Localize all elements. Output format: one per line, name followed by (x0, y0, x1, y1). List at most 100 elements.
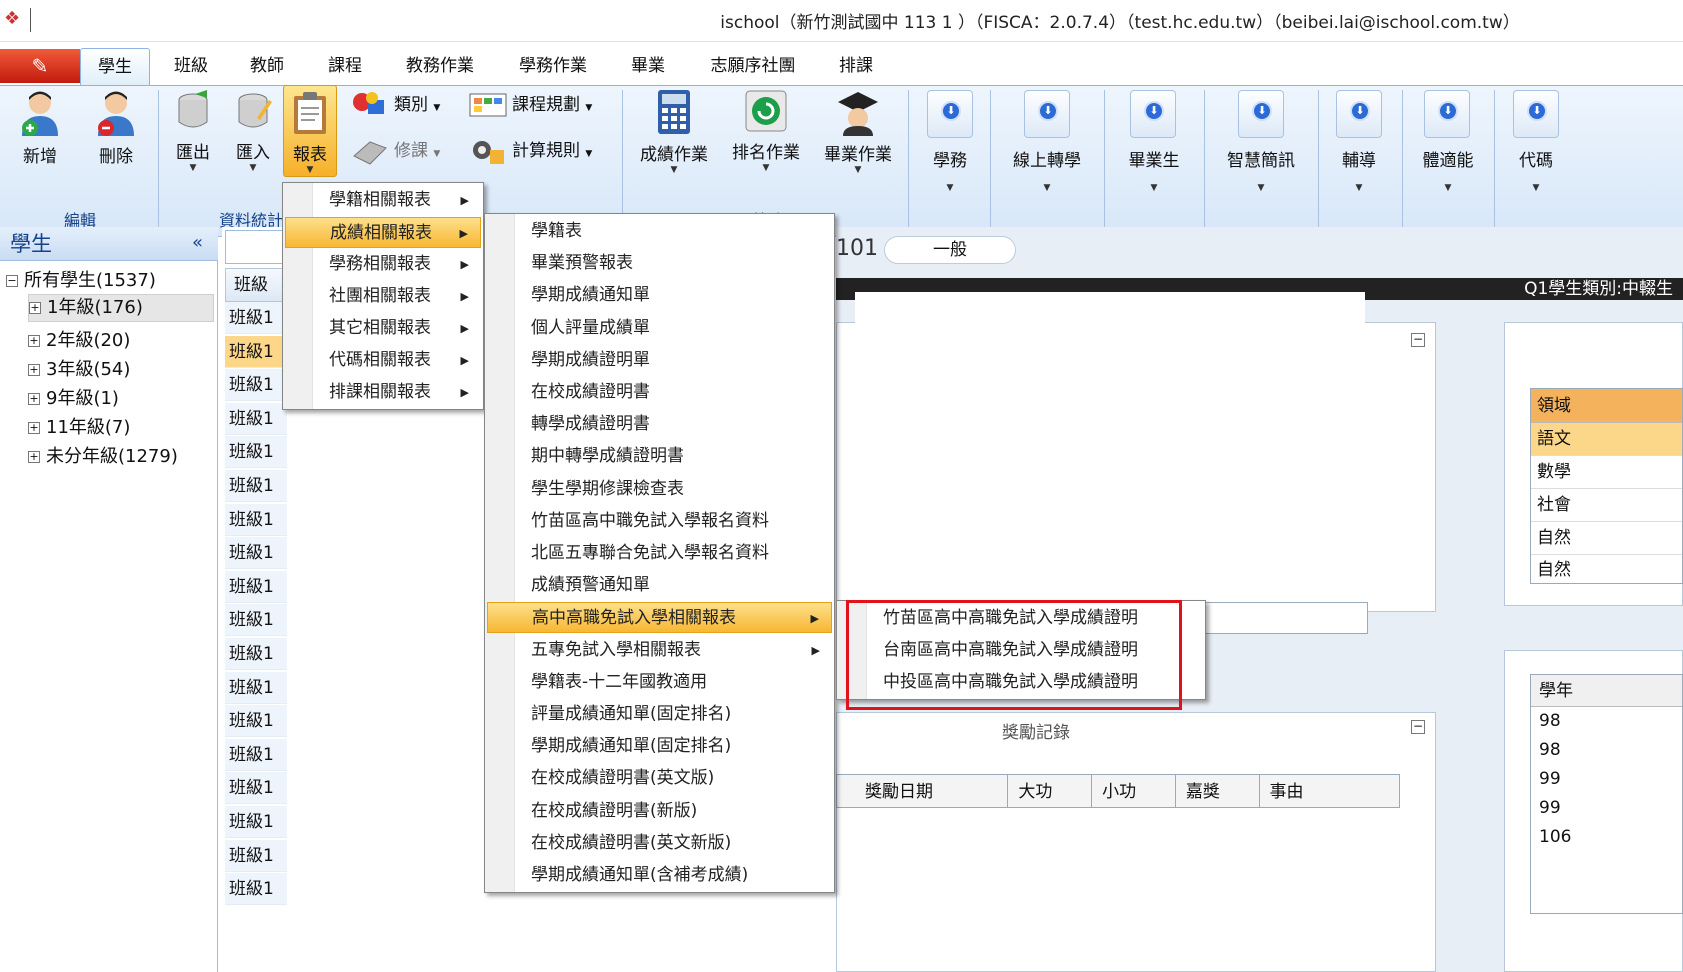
domain-row[interactable]: 社會 (1531, 489, 1682, 522)
reward-col-reason[interactable]: 事由 (1260, 775, 1399, 807)
menu2-item[interactable]: 五專免試入學相關報表 ▶ (487, 635, 832, 666)
reward-col-commendation[interactable]: 嘉獎 (1176, 775, 1260, 807)
report-button[interactable]: 報表 ▼ (283, 85, 337, 177)
student-affairs-button[interactable]: ⬇ (927, 90, 973, 138)
menu2-item[interactable]: 在校成績證明書(英文版) (487, 763, 832, 794)
list-row-class[interactable]: 班級1 (225, 705, 287, 738)
fitness-button[interactable]: ⬇ (1424, 90, 1470, 138)
rank-operation-button[interactable]: 排名作業 ▼ (724, 88, 808, 173)
list-row-class[interactable]: 班級1 (225, 470, 287, 502)
online-transfer-button[interactable]: ⬇ (1024, 90, 1070, 138)
menu2-item[interactable]: 畢業預警報表 (487, 248, 832, 279)
tree-item-grade2[interactable]: +2年級(20) (28, 326, 130, 352)
tree-item-grade11[interactable]: +11年級(7) (28, 413, 130, 439)
school-year-row[interactable]: 99 (1531, 765, 1682, 794)
tab-teacher[interactable]: 教師 (236, 48, 298, 86)
reward-col-date[interactable]: 獎勵日期 (837, 775, 1009, 807)
tab-course[interactable]: 課程 (314, 48, 376, 86)
menu-other-reports[interactable]: 其它相關報表 ▶ (285, 313, 481, 344)
delete-button[interactable]: 刪除 (84, 88, 148, 167)
tab-club-preference[interactable]: 志願序社團 (696, 48, 810, 86)
tree-item-ungraded[interactable]: + 未分年級(1279) (28, 442, 178, 468)
list-row-class[interactable]: 班級1 (225, 335, 287, 368)
reward-col-minor-merit[interactable]: 小功 (1092, 775, 1176, 807)
calc-rule-button[interactable]: 計算規則 ▼ (468, 136, 592, 166)
smart-sms-button[interactable]: ⬇ (1238, 90, 1284, 138)
domain-row[interactable]: 自然 (1531, 555, 1682, 583)
list-row-class[interactable]: 班級1 (225, 839, 287, 872)
repair-button[interactable]: 修課 ▼ (350, 136, 440, 166)
tab-class[interactable]: 班級 (160, 48, 222, 86)
menu2-item[interactable]: 學籍表 (487, 216, 832, 247)
list-row-class[interactable]: 班級1 (225, 503, 287, 536)
tab-scheduling[interactable]: 排課 (828, 48, 884, 86)
list-row-class[interactable]: 班級1 (225, 402, 287, 435)
collapse-panel-button[interactable]: « (192, 232, 203, 253)
tree-item-grade3[interactable]: +3年級(54) (28, 355, 130, 381)
expand-tree-icon[interactable]: + (28, 393, 40, 405)
menu2-item[interactable]: 學生學期修課檢查表 (487, 474, 832, 505)
expand-tree-icon[interactable]: + (28, 335, 40, 347)
list-row-class[interactable]: 班級1 (225, 570, 287, 603)
domain-row[interactable]: 數學 (1531, 456, 1682, 489)
graduate-operation-button[interactable]: 畢業作業 ▼ (816, 88, 900, 175)
menu2-item[interactable]: 在校成績證明書 (487, 377, 832, 408)
menu-student-affairs-reports[interactable]: 學務相關報表 ▶ (285, 249, 481, 280)
tree-root[interactable]: − 所有學生(1537) (6, 266, 156, 292)
menu2-item[interactable]: 學期成績通知單(固定排名) (487, 731, 832, 762)
list-row-class[interactable]: 班級1 (225, 302, 287, 334)
expand-tree-icon[interactable]: + (28, 451, 40, 463)
collapse-section-icon[interactable]: − (1411, 720, 1425, 734)
list-row-class[interactable]: 班級1 (225, 873, 287, 906)
menu-club-reports[interactable]: 社團相關報表 ▶ (285, 281, 481, 312)
list-row-class[interactable]: 班級1 (225, 604, 287, 637)
menu2-item[interactable]: 評量成績通知單(固定排名) (487, 699, 832, 730)
menu2-item[interactable]: 期中轉學成績證明書 (487, 441, 832, 472)
menu2-item[interactable]: 成績預警通知單 (487, 570, 832, 601)
menu-scheduling-reports[interactable]: 排課相關報表 ▶ (285, 377, 481, 408)
reward-col-major-merit[interactable]: 大功 (1008, 775, 1093, 807)
score-operation-button[interactable]: 成績作業 ▼ (632, 88, 716, 175)
menu-code-reports[interactable]: 代碼相關報表 ▶ (285, 345, 481, 376)
list-row-class[interactable]: 班級1 (225, 772, 287, 805)
list-row-class[interactable]: 班級1 (225, 638, 287, 670)
menu2-item[interactable]: 在校成績證明書(新版) (487, 796, 832, 827)
menu2-item[interactable]: 學期成績通知單 (487, 280, 832, 311)
file-menu-button[interactable]: ✎ (0, 49, 80, 83)
list-row-class[interactable]: 班級1 (225, 806, 287, 838)
school-year-row[interactable]: 106 (1531, 823, 1682, 852)
menu2-item[interactable]: 轉學成績證明書 (487, 409, 832, 440)
tab-student-affairs[interactable]: 學務作業 (505, 48, 601, 86)
export-button[interactable]: 匯出 ▼ (166, 88, 220, 173)
collapse-tree-icon[interactable]: − (6, 275, 18, 287)
menu-score-reports[interactable]: 成績相關報表 ▶ (285, 217, 481, 248)
course-plan-button[interactable]: 課程規劃 ▼ (468, 90, 592, 120)
list-row-class[interactable]: 班級1 (225, 537, 287, 570)
menu2-item[interactable]: 在校成績證明書(英文新版) (487, 828, 832, 859)
tab-graduation[interactable]: 畢業 (620, 48, 676, 86)
domain-row[interactable]: 自然 (1531, 522, 1682, 555)
tree-item-grade9[interactable]: +9年級(1) (28, 384, 119, 410)
code-button[interactable]: ⬇ (1513, 90, 1559, 138)
import-button[interactable]: 匯入 ▼ (226, 88, 280, 173)
add-button[interactable]: 新增 (8, 88, 72, 167)
list-row-class[interactable]: 班級1 (225, 671, 287, 704)
list-row-class[interactable]: 班級1 (225, 738, 287, 771)
menu-enrollment-reports[interactable]: 學籍相關報表 ▶ (285, 185, 481, 216)
tab-academic-affairs[interactable]: 教務作業 (392, 48, 488, 86)
collapse-section-icon[interactable]: − (1411, 333, 1425, 347)
domain-row[interactable]: 語文 (1531, 423, 1682, 456)
expand-tree-icon[interactable]: + (28, 364, 40, 376)
counseling-button[interactable]: ⬇ (1336, 90, 1382, 138)
menu2-item[interactable]: 學籍表-十二年國教適用 (487, 667, 832, 698)
menu2-item[interactable]: 個人評量成績單 (487, 313, 832, 344)
expand-tree-icon[interactable]: + (28, 422, 40, 434)
school-year-row[interactable]: 98 (1531, 736, 1682, 765)
menu2-item[interactable]: 高中高職免試入學相關報表 ▶ (487, 602, 832, 634)
list-row-class[interactable]: 班級1 (225, 369, 287, 402)
expand-tree-icon[interactable]: + (29, 302, 41, 314)
tree-item-grade1[interactable]: +1年級(176) (28, 294, 214, 322)
tab-student[interactable]: 學生 (80, 48, 150, 86)
school-year-row[interactable]: 99 (1531, 794, 1682, 823)
menu2-item[interactable]: 學期成績證明單 (487, 345, 832, 376)
